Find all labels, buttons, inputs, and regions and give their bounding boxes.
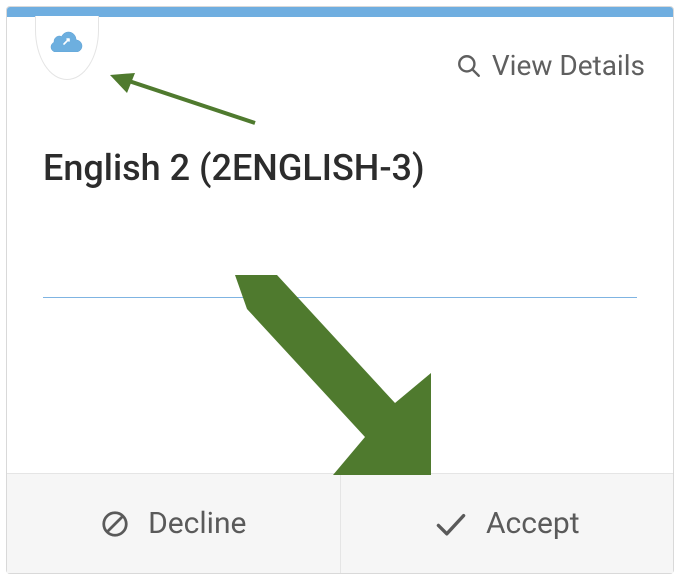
annotation-arrow-1 (105, 67, 265, 133)
annotation-arrow-2 (235, 275, 455, 485)
accept-label: Accept (486, 506, 580, 541)
decline-label: Decline (148, 506, 246, 541)
action-bar: Decline Accept (7, 473, 673, 573)
check-icon (434, 510, 468, 538)
course-title: English 2 (2ENGLISH-3) (43, 147, 425, 189)
view-details-label: View Details (492, 49, 645, 82)
card-accent-bar (7, 7, 673, 17)
accept-button[interactable]: Accept (340, 474, 674, 573)
invitation-card: View Details English 2 (2ENGLISH-3) Decl… (6, 6, 674, 574)
decline-button[interactable]: Decline (7, 474, 340, 573)
commons-badge (35, 16, 99, 80)
no-icon (100, 509, 130, 539)
divider (43, 297, 637, 298)
view-details-link[interactable]: View Details (456, 49, 645, 82)
search-icon (456, 53, 482, 79)
cloud-icon (50, 30, 84, 52)
